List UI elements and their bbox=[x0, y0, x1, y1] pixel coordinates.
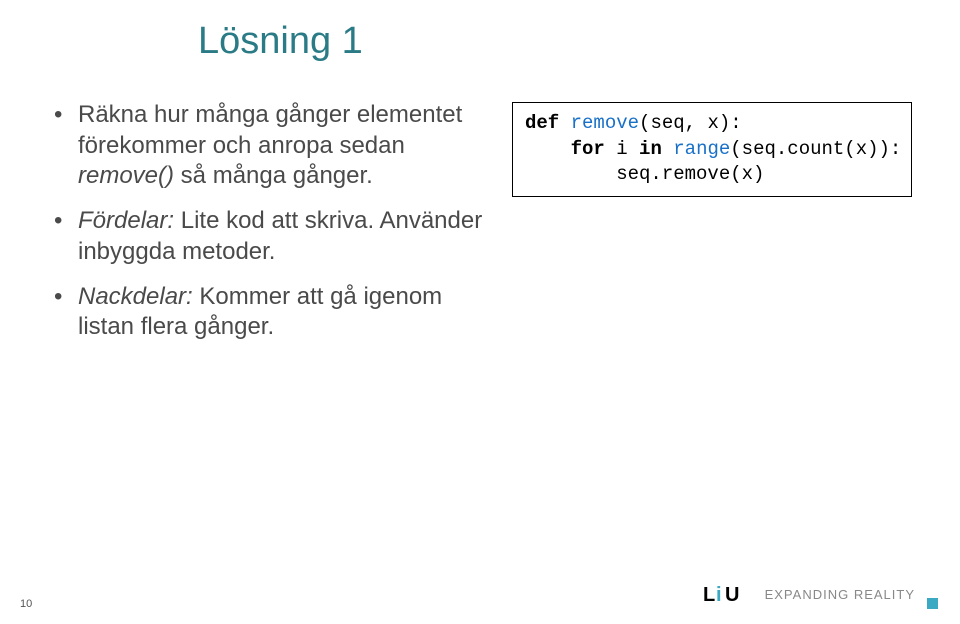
right-column: def remove(seq, x): for i in range(seq.c… bbox=[512, 102, 912, 357]
code-text: (seq, x): bbox=[639, 112, 742, 134]
code-indent bbox=[525, 138, 571, 160]
code-text: (seq.count(x)): bbox=[730, 138, 901, 160]
footer-tagline: EXPANDING REALITY bbox=[765, 587, 915, 602]
code-text: i bbox=[605, 138, 639, 160]
code-text: seq.remove(x) bbox=[616, 163, 764, 185]
code-text bbox=[559, 112, 570, 134]
bullet-italic-label: Nackdelar: bbox=[78, 283, 193, 310]
bullet-item: Fördelar: Lite kod att skriva. Använder … bbox=[54, 206, 484, 267]
bullet-italic: remove() bbox=[78, 162, 174, 189]
code-function: range bbox=[662, 138, 730, 160]
bullet-text-tail: så många gånger. bbox=[174, 162, 373, 189]
bullet-list: Räkna hur många gånger elementet förekom… bbox=[54, 100, 484, 343]
code-keyword: def bbox=[525, 112, 559, 134]
slide: Lösning 1 Räkna hur många gånger element… bbox=[0, 0, 960, 624]
content-columns: Räkna hur många gånger elementet förekom… bbox=[54, 100, 912, 357]
liu-logo-icon: L i U bbox=[703, 582, 755, 606]
svg-text:L: L bbox=[703, 584, 715, 606]
svg-text:U: U bbox=[725, 584, 739, 606]
bullet-italic-label: Fördelar: bbox=[78, 207, 174, 234]
svg-text:i: i bbox=[716, 584, 722, 606]
footer-right: L i U EXPANDING REALITY bbox=[703, 582, 938, 606]
slide-title: Lösning 1 bbox=[198, 20, 363, 63]
bullet-item: Räkna hur många gånger elementet förekom… bbox=[54, 100, 484, 192]
code-keyword: in bbox=[639, 138, 662, 160]
code-function: remove bbox=[571, 112, 639, 134]
code-keyword: for bbox=[571, 138, 605, 160]
bullet-item: Nackdelar: Kommer att gå igenom listan f… bbox=[54, 282, 484, 343]
page-number: 10 bbox=[20, 598, 32, 610]
bullet-text: Räkna hur många gånger elementet förekom… bbox=[78, 101, 462, 159]
code-box: def remove(seq, x): for i in range(seq.c… bbox=[512, 102, 912, 197]
code-indent bbox=[525, 163, 616, 185]
left-column: Räkna hur många gånger elementet förekom… bbox=[54, 100, 484, 357]
corner-square-icon bbox=[927, 598, 938, 609]
